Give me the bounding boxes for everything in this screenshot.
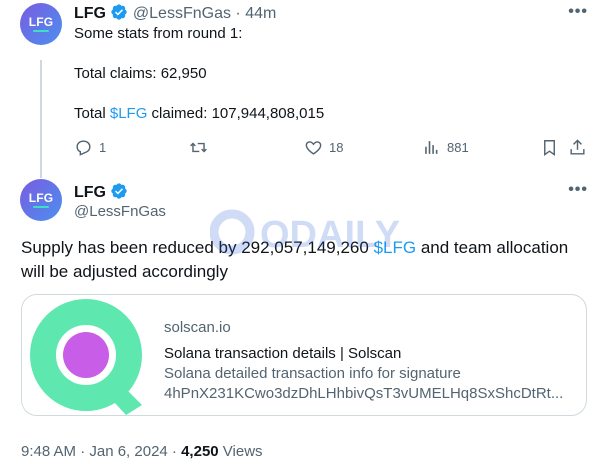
- share-button[interactable]: [568, 138, 587, 157]
- tweet1-header: LFG @LessFnGas · 44m: [74, 3, 276, 24]
- handle[interactable]: @LessFnGas: [74, 202, 166, 222]
- views-count: 881: [447, 140, 469, 155]
- tweet2-display-name-row: LFG: [74, 182, 128, 203]
- like-button[interactable]: 18: [304, 138, 343, 157]
- thread-line: [40, 60, 42, 178]
- avatar-lfg[interactable]: LFG: [20, 179, 62, 221]
- avatar-logo-bar: [33, 206, 49, 208]
- bookmark-icon: [544, 140, 555, 157]
- tweet-timestamp[interactable]: 9:48 AM · Jan 6, 2024 ·: [21, 443, 181, 460]
- handle[interactable]: @LessFnGas: [133, 5, 231, 22]
- views-total: 4,250: [181, 443, 219, 460]
- like-count: 18: [329, 140, 344, 155]
- retweet-icon: [190, 142, 207, 153]
- display-name[interactable]: LFG: [74, 184, 106, 201]
- tweet2-body-pre: Supply has been reduced by 292,057,149,2…: [21, 238, 374, 257]
- views-icon: [425, 141, 438, 154]
- reply-icon: [76, 140, 91, 156]
- reply-count: 1: [99, 140, 107, 155]
- views-label: Views: [218, 443, 263, 460]
- cashtag-link[interactable]: $LFG: [374, 238, 417, 257]
- bookmark-button[interactable]: [540, 138, 559, 157]
- link-card-title: Solana transaction details | Solscan: [164, 345, 402, 362]
- views-button[interactable]: 881: [422, 138, 469, 157]
- tweet1-line2: Total claims: 62,950: [74, 65, 207, 82]
- tweet1-actions: 1 18 881: [74, 137, 594, 159]
- tweet1-line3: Total $LFG claimed: 107,944,808,015: [74, 104, 324, 124]
- tweet1-line3-post: claimed: 107,944,808,015: [147, 105, 325, 122]
- avatar-logo-text: LFG: [28, 191, 54, 205]
- more-icon[interactable]: •••: [568, 181, 588, 199]
- avatar-lfg[interactable]: LFG: [20, 3, 62, 45]
- verified-badge-icon: [111, 183, 128, 199]
- link-card-text: solscan.io Solana transaction details | …: [164, 318, 574, 404]
- more-icon[interactable]: •••: [568, 3, 588, 21]
- avatar-logo-text: LFG: [28, 15, 54, 29]
- like-icon: [305, 141, 322, 155]
- avatar-logo-bar: [33, 30, 49, 32]
- reply-button[interactable]: 1: [74, 138, 106, 157]
- tweet1-line1: Some stats from round 1:: [74, 25, 243, 42]
- tweet1-line3-pre: Total: [74, 105, 110, 122]
- display-name[interactable]: LFG: [74, 5, 106, 22]
- link-card-description: Solana detailed transaction info for sig…: [164, 365, 564, 402]
- link-card-domain: solscan.io: [164, 319, 231, 336]
- cashtag-link[interactable]: $LFG: [110, 105, 148, 122]
- solscan-logo-image: [22, 295, 150, 415]
- share-icon: [570, 139, 585, 155]
- tweet-time[interactable]: 44m: [245, 5, 276, 22]
- link-card[interactable]: solscan.io Solana transaction details | …: [21, 294, 587, 416]
- verified-badge-icon: [111, 4, 128, 20]
- dot-separator: ·: [235, 5, 241, 22]
- tweet2-body: Supply has been reduced by 292,057,149,2…: [21, 236, 591, 284]
- tweet-meta: 9:48 AM · Jan 6, 2024 · 4,250 Views: [21, 442, 263, 462]
- retweet-button[interactable]: [189, 138, 214, 157]
